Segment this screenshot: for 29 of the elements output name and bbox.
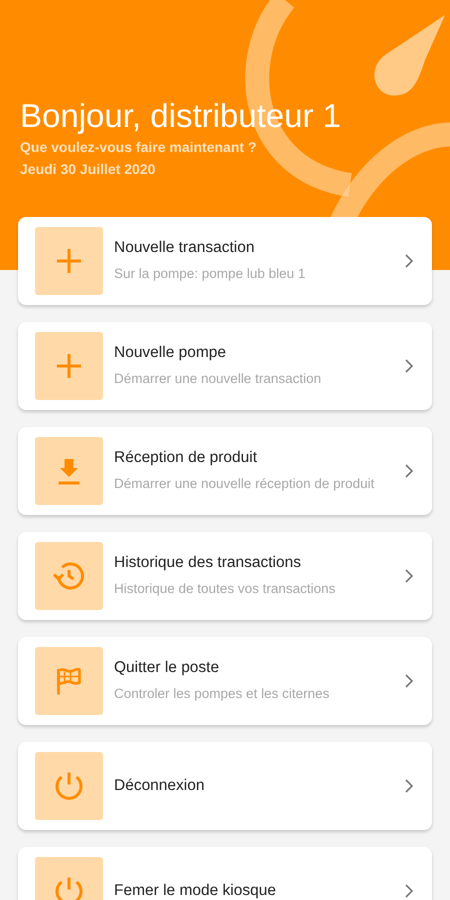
action-title: Femer le mode kiosque [114,882,277,900]
chevron-icon [404,778,414,794]
action-card[interactable]: Nouvelle pompe Démarrer une nouvelle transaction [18,322,432,410]
action-subtitle: Historique de toutes vos transactions [114,580,336,598]
chevron-icon [404,253,414,269]
action-title: Nouvelle transaction [114,239,256,257]
action-title: Déconnexion [114,777,206,795]
prompt-text: Que voulez-vous faire maintenant ? [20,138,258,157]
action-title: Nouvelle pompe [114,344,228,362]
action-card[interactable]: Femer le mode kiosque [18,847,432,900]
action-card[interactable]: Réception de produit Démarrer une nouvelle réception de produit [18,427,432,515]
action-title: Réception de produit [114,449,258,467]
chevron-icon [404,358,414,374]
action-card[interactable]: Quitter le poste Controler les pompes et les citernes [18,637,432,725]
action-subtitle: Démarrer une nouvelle transaction [114,370,322,388]
action-card[interactable]: Nouvelle transaction Sur la pompe: pompe lub bleu 1 [18,217,432,305]
chevron-icon [404,673,414,689]
date-text: Jeudi 30 Juillet 2020 [20,160,156,179]
chevron-icon [404,568,414,584]
action-card[interactable]: Historique des transactions Historique de toutes vos transactions [18,532,432,620]
action-card[interactable]: Déconnexion [18,742,432,830]
action-subtitle: Controler les pompes et les citernes [114,685,330,703]
action-subtitle: Sur la pompe: pompe lub bleu 1 [114,265,306,283]
chevron-icon [404,463,414,479]
greeting-title: Bonjour, distributeur 1 [20,96,342,136]
action-title: Quitter le poste [114,659,220,677]
action-title: Historique des transactions [114,554,302,572]
action-subtitle: Démarrer une nouvelle réception de produit [114,475,376,493]
chevron-icon [404,883,414,899]
